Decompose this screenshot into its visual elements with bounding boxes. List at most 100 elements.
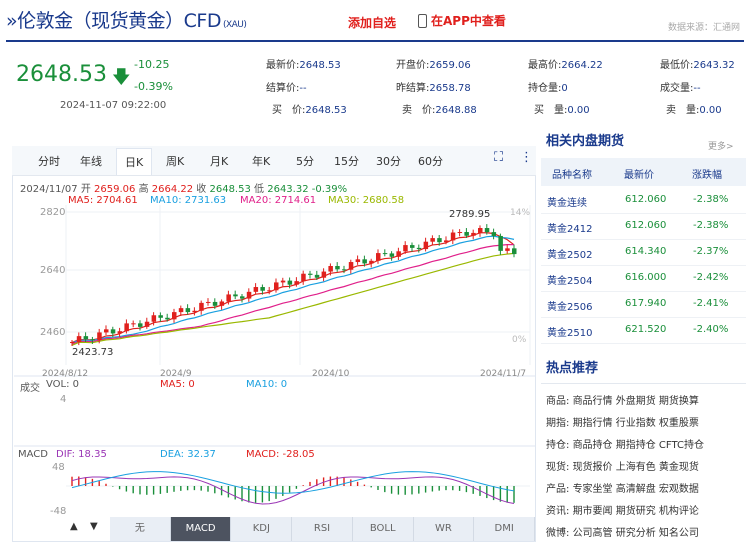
future-name[interactable]: 黄金2504 [547,272,592,287]
candle [355,259,361,263]
candle [124,323,129,332]
future-name[interactable]: 黄金2510 [547,324,592,339]
indicator-bar: 无 MACD KDJ RSI BOLL WR DMI [110,517,536,541]
y-axis-top: 2820 [40,207,66,218]
candle [471,232,476,236]
candle [219,301,225,306]
pct-axis-top: 14% [510,208,531,218]
candle [478,228,483,233]
hot-label: 资讯: [546,506,570,517]
dea-line [71,471,515,494]
hot-links[interactable]: 现货报价 上海有色 黄金现货 [573,462,699,473]
candle [83,336,89,340]
min-price-label: 2423.73 [72,347,114,358]
volume-ma5: MA5: 0 [160,379,195,390]
scroll-down-icon[interactable]: ▼ [90,521,98,532]
candle [185,308,191,313]
candle [430,238,435,242]
indicator-boll[interactable]: BOLL [353,517,414,541]
hot-links[interactable]: 期市要闻 期货研究 机构评论 [573,506,699,517]
indicator-none[interactable]: 无 [110,517,171,541]
future-pct: -2.38% [693,220,729,231]
candle [274,282,279,291]
hot-row: 现货: 现货报价 上海有色 黄金现货 [546,458,699,473]
indicator-wr[interactable]: WR [414,517,475,541]
futures-row[interactable]: 黄金2502 614.340 -2.37% [541,240,746,266]
candle [464,232,469,236]
y-axis-bottom: 2460 [40,327,66,338]
futures-row[interactable]: 黄金2510 621.520 -2.40% [541,318,746,344]
hot-links[interactable]: 专家坐堂 高清解盘 宏观数据 [573,484,699,495]
ma-line [71,235,515,344]
candle [294,281,299,285]
hot-links[interactable]: 公司高管 研究分析 知名公司 [573,528,699,539]
x-label: 2024/11/7 [480,369,527,379]
candle [131,323,136,325]
candle [151,315,157,322]
candle [76,336,82,342]
col-price: 最新价 [624,170,654,181]
candle [280,280,286,283]
hot-label: 微博: [546,528,570,539]
candle [328,266,333,272]
macd-value: MACD: -28.05 [246,449,315,460]
candle [484,228,490,233]
candle [444,240,449,243]
hot-links[interactable]: 商品行情 外盘期货 期货换算 [573,396,699,407]
future-name[interactable]: 黄金2502 [547,246,592,261]
candle [226,294,231,302]
futures-row[interactable]: 黄金连续 612.060 -2.38% [541,188,746,214]
futures-row[interactable]: 黄金2412 612.060 -2.38% [541,214,746,240]
candle [369,260,374,264]
candle [308,273,313,275]
candle [253,287,259,292]
hot-label: 期指: [546,418,570,429]
domestic-futures-title: 相关内盘期货 [546,134,625,149]
pct-axis-bottom: 0% [512,335,527,345]
indicator-macd[interactable]: MACD [170,517,232,541]
volume-ma10: MA10: 0 [246,379,288,390]
candle [246,291,252,299]
candle [199,302,204,311]
future-price: 621.520 [625,324,667,335]
more-link[interactable]: 更多> [708,139,734,152]
indicator-dmi[interactable]: DMI [474,517,536,541]
candle [410,245,415,248]
candle [267,290,272,292]
future-price: 617.940 [625,298,667,309]
hot-title: 热点推荐 [546,361,599,376]
candle [144,321,150,327]
candle [437,238,442,243]
candle [348,262,354,270]
hot-links[interactable]: 商品持仓 期指持仓 CFTC持仓 [573,440,704,451]
hot-links[interactable]: 期指行情 行业指数 权重股票 [573,418,699,429]
scroll-up-icon[interactable]: ▲ [70,521,78,532]
futures-row[interactable]: 黄金2506 617.940 -2.41% [541,292,746,318]
candle [335,266,340,270]
candle [233,294,238,297]
futures-row[interactable]: 黄金2504 616.000 -2.42% [541,266,746,292]
future-name[interactable]: 黄金2506 [547,298,592,313]
candle [240,296,245,299]
candle [90,339,95,341]
macd-ytop: 48 [52,462,65,473]
future-pct: -2.38% [693,194,729,205]
future-price: 614.340 [625,246,667,257]
future-name[interactable]: 黄金连续 [547,194,587,209]
indicator-kdj[interactable]: KDJ [231,517,293,541]
indicator-rsi[interactable]: RSI [292,517,353,541]
candle [389,253,395,257]
candle [110,329,116,334]
future-name[interactable]: 黄金2412 [547,220,592,235]
candle [212,301,218,306]
candle [491,232,497,236]
candle [416,247,422,250]
future-pct: -2.37% [693,246,729,257]
candle [512,248,517,255]
x-label: 2024/10 [312,369,350,379]
col-name: 品种名称 [552,170,592,181]
macd-ybot: -48 [50,506,67,517]
candle [321,271,327,278]
candle [314,274,320,278]
candle [206,301,211,303]
